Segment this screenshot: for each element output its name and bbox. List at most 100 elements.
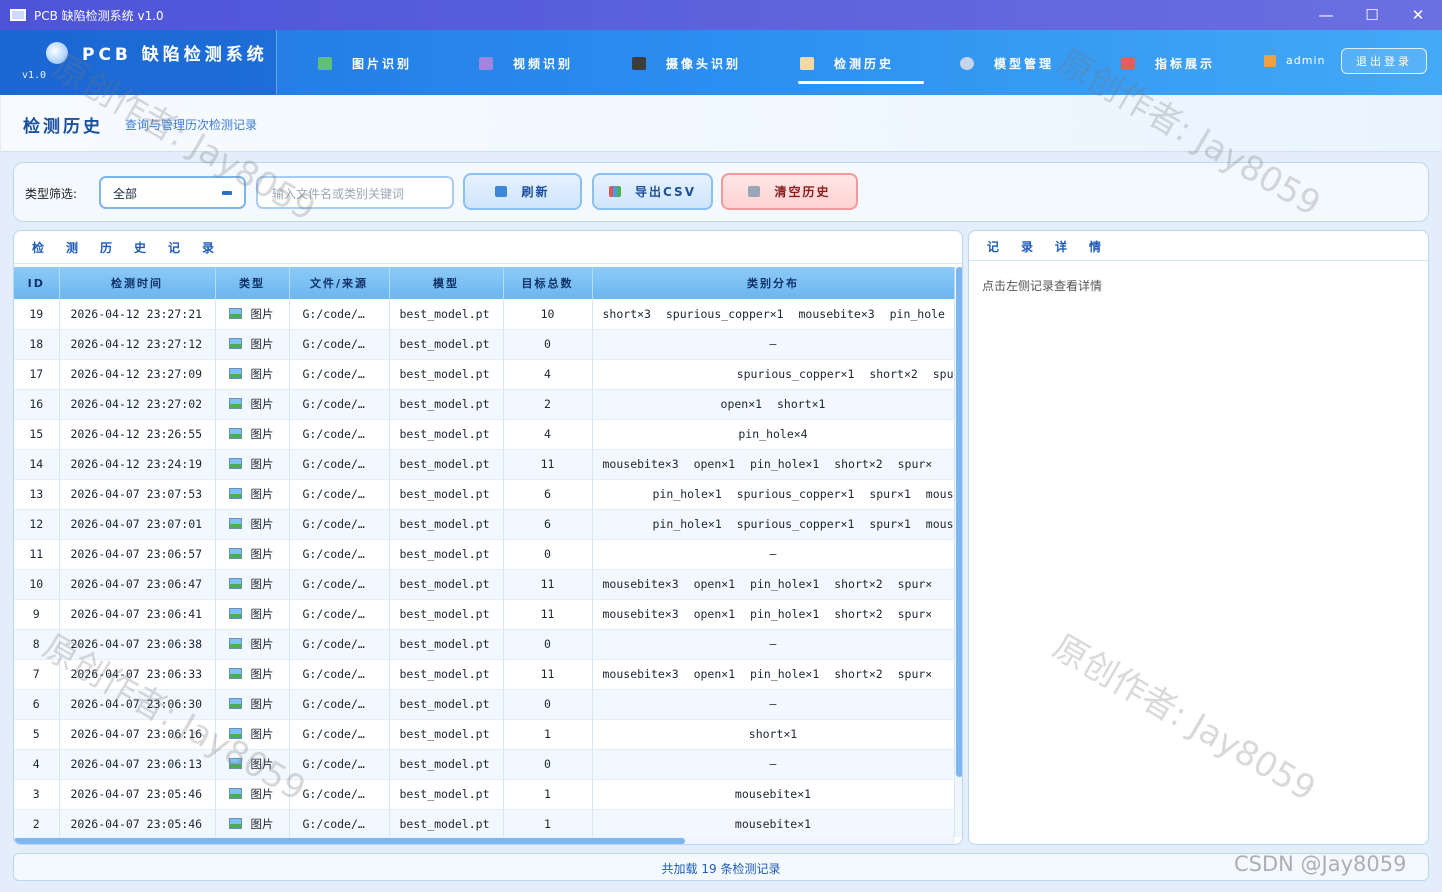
cell-count: 0 (503, 329, 593, 360)
records-table-container[interactable]: ID 检测时间 类型 文件/来源 模型 目标总数 类别分布 19 2026-04-… (14, 267, 962, 837)
cell-count: 1 (503, 779, 593, 810)
cell-type: 图片 (215, 749, 290, 780)
cell-id: 6 (14, 689, 60, 720)
nav-video-recognition[interactable]: 视频识别 (479, 48, 573, 78)
cell-time: 2026-04-07 23:06:57 (59, 539, 216, 570)
cell-time: 2026-04-12 23:24:19 (59, 449, 216, 480)
cell-model: best_model.pt (389, 629, 504, 660)
cell-type-label: 图片 (250, 397, 274, 411)
detail-panel-title: 记录详情 (969, 231, 1428, 261)
image-icon (228, 818, 242, 829)
table-row[interactable]: 4 2026-04-07 23:06:13 图片 G:/code/… best_mode… (14, 749, 955, 780)
chart-icon (1121, 56, 1135, 70)
nav-metrics[interactable]: 指标展示 (1121, 48, 1215, 78)
minimize-button[interactable]: — (1303, 0, 1349, 30)
table-row[interactable]: 2 2026-04-07 23:05:46 图片 G:/code/… best_mode… (14, 809, 955, 837)
cell-count: 6 (503, 509, 593, 540)
cell-id: 3 (14, 779, 60, 810)
cell-id: 17 (14, 359, 60, 390)
cell-count: 11 (503, 659, 593, 690)
column-header-type[interactable]: 类型 (215, 267, 290, 299)
cell-distribution: spurious_copper×1 short×2 spu (592, 359, 955, 390)
table-row[interactable]: 3 2026-04-07 23:05:46 图片 G:/code/… best_mode… (14, 779, 955, 810)
table-row[interactable]: 12 2026-04-07 23:07:01 图片 G:/code/… best_mod… (14, 509, 955, 540)
type-filter-select[interactable]: 全部 (99, 176, 246, 209)
table-row[interactable]: 19 2026-04-12 23:27:21 图片 G:/code/… best_mod… (14, 299, 955, 330)
clear-label: 清空历史 (774, 185, 831, 199)
cell-model: best_model.pt (389, 389, 504, 420)
cell-id: 18 (14, 329, 60, 360)
table-row[interactable]: 6 2026-04-07 23:06:30 图片 G:/code/… best_mode… (14, 689, 955, 720)
horizontal-scroll-thumb[interactable] (14, 838, 685, 844)
search-input[interactable]: 输入文件名或类别关键词 (256, 176, 454, 209)
table-row[interactable]: 10 2026-04-07 23:06:47 图片 G:/code/… best_mod… (14, 569, 955, 600)
table-row[interactable]: 9 2026-04-07 23:06:41 图片 G:/code/… best_mode… (14, 599, 955, 630)
column-header-count[interactable]: 目标总数 (503, 267, 593, 299)
cell-type: 图片 (215, 479, 290, 510)
detail-hint: 点击左侧记录查看详情 (982, 279, 1103, 293)
export-csv-button[interactable]: 导出CSV (592, 173, 713, 210)
maximize-button[interactable]: ☐ (1349, 0, 1395, 30)
cell-type-label: 图片 (250, 547, 274, 561)
vertical-scroll-thumb[interactable] (956, 267, 962, 777)
cell-file: G:/code/… (289, 599, 390, 630)
table-row[interactable]: 14 2026-04-12 23:24:19 图片 G:/code/… best_mod… (14, 449, 955, 480)
top-navbar: PCB 缺陷检测系统 v1.0 图片识别 视频识别 摄像头识别 检测历史 模型管… (0, 30, 1442, 95)
logout-button[interactable]: 退出登录 (1341, 48, 1427, 74)
table-row[interactable]: 7 2026-04-07 23:06:33 图片 G:/code/… best_mode… (14, 659, 955, 690)
table-row[interactable]: 18 2026-04-12 23:27:12 图片 G:/code/… best_mod… (14, 329, 955, 360)
table-row[interactable]: 17 2026-04-12 23:27:09 图片 G:/code/… best_mod… (14, 359, 955, 390)
horizontal-scrollbar[interactable] (14, 837, 955, 844)
cell-model: best_model.pt (389, 539, 504, 570)
cell-time: 2026-04-12 23:27:09 (59, 359, 216, 390)
image-icon (228, 458, 242, 469)
close-button[interactable]: ✕ (1395, 0, 1441, 30)
cell-distribution: — (592, 329, 955, 360)
cell-type-label: 图片 (250, 577, 274, 591)
column-header-distribution[interactable]: 类别分布 (592, 267, 955, 299)
image-icon (228, 518, 242, 529)
cell-file: G:/code/… (289, 299, 390, 330)
record-detail-panel: 记录详情 点击左侧记录查看详情 (968, 230, 1429, 845)
cell-file: G:/code/… (289, 689, 390, 720)
type-filter-value: 全部 (113, 187, 138, 201)
nav-detection-history[interactable]: 检测历史 (797, 48, 925, 84)
chart-icon (609, 186, 622, 197)
column-header-file[interactable]: 文件/来源 (289, 267, 390, 299)
cell-type-label: 图片 (250, 667, 274, 681)
cell-model: best_model.pt (389, 509, 504, 540)
cell-time: 2026-04-12 23:27:21 (59, 299, 216, 330)
image-icon (228, 788, 242, 799)
table-row[interactable]: 13 2026-04-07 23:07:53 图片 G:/code/… best_mod… (14, 479, 955, 510)
column-header-id[interactable]: ID (14, 267, 60, 299)
nav-label: 检测历史 (834, 56, 895, 71)
table-row[interactable]: 16 2026-04-12 23:27:02 图片 G:/code/… best_mod… (14, 389, 955, 420)
table-row[interactable]: 5 2026-04-07 23:06:16 图片 G:/code/… best_mode… (14, 719, 955, 750)
cell-model: best_model.pt (389, 359, 504, 390)
nav-image-recognition[interactable]: 图片识别 (318, 48, 412, 78)
column-header-model[interactable]: 模型 (389, 267, 504, 299)
column-header-time[interactable]: 检测时间 (59, 267, 216, 299)
cell-type-label: 图片 (250, 607, 274, 621)
cell-file: G:/code/… (289, 329, 390, 360)
cell-time: 2026-04-07 23:07:53 (59, 479, 216, 510)
table-row[interactable]: 8 2026-04-07 23:06:38 图片 G:/code/… best_mode… (14, 629, 955, 660)
cell-type-label: 图片 (250, 787, 274, 801)
table-row[interactable]: 11 2026-04-07 23:06:57 图片 G:/code/… best_mod… (14, 539, 955, 570)
cell-id: 7 (14, 659, 60, 690)
username: admin (1286, 54, 1326, 67)
cell-id: 13 (14, 479, 60, 510)
nav-camera-recognition[interactable]: 摄像头识别 (632, 48, 741, 78)
table-row[interactable]: 15 2026-04-12 23:26:55 图片 G:/code/… best_mod… (14, 419, 955, 450)
cell-time: 2026-04-12 23:26:55 (59, 419, 216, 450)
refresh-button[interactable]: 刷新 (463, 173, 582, 210)
cell-model: best_model.pt (389, 299, 504, 330)
clear-history-button[interactable]: 清空历史 (721, 173, 858, 210)
cell-time: 2026-04-07 23:06:41 (59, 599, 216, 630)
cell-file: G:/code/… (289, 659, 390, 690)
cell-type: 图片 (215, 299, 290, 330)
nav-model-management[interactable]: 模型管理 (960, 48, 1054, 78)
vertical-scrollbar[interactable] (955, 267, 962, 837)
nav-label: 指标展示 (1155, 56, 1216, 71)
cell-model: best_model.pt (389, 689, 504, 720)
